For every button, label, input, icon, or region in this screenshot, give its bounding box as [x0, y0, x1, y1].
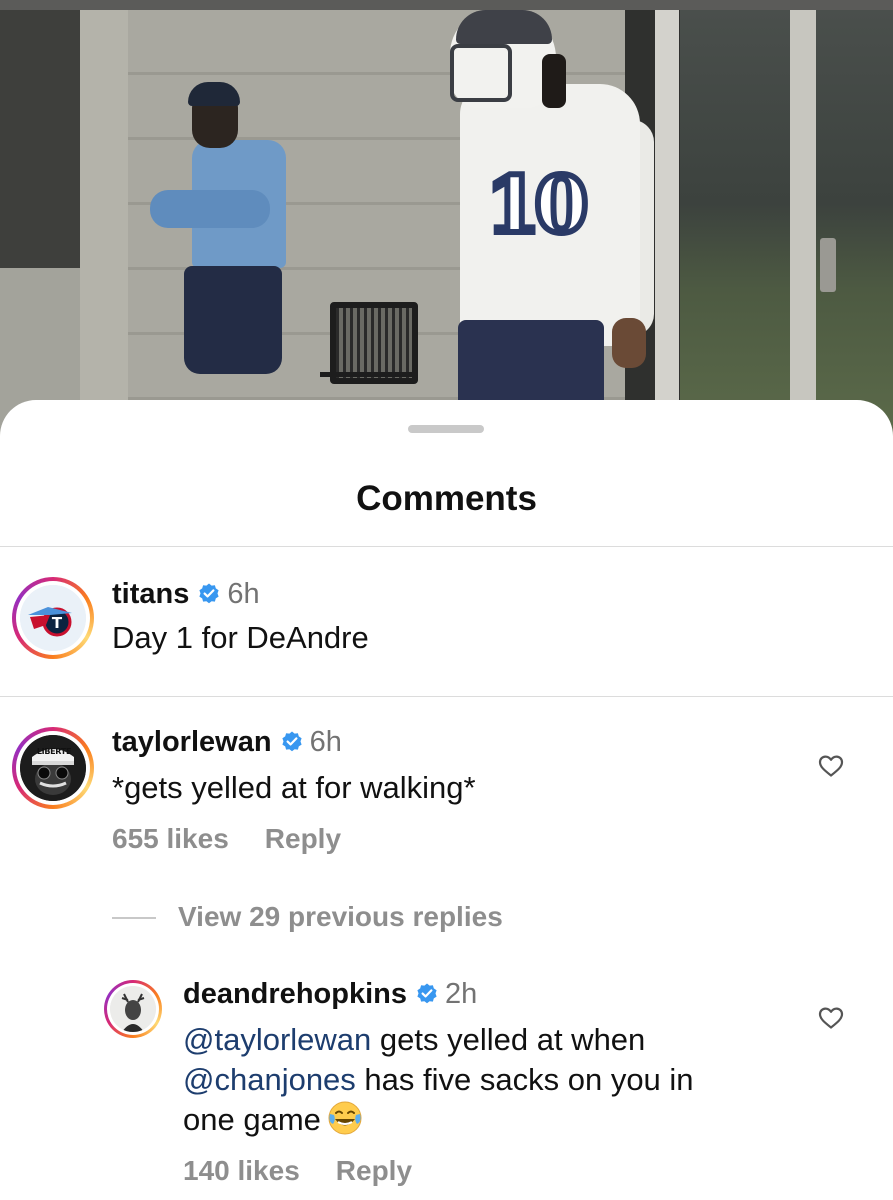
player-hand: [612, 318, 646, 368]
door-handle: [820, 238, 836, 292]
verified-badge-icon: [417, 983, 437, 1004]
heart-outline-icon[interactable]: [818, 1006, 844, 1030]
door-mullion: [655, 10, 679, 440]
player-cap: [188, 82, 240, 106]
comment-item: LIBERTE taylorlewan 6h *gets yelled at f…: [0, 718, 893, 868]
reply-button[interactable]: Reply: [265, 823, 341, 854]
comment-text: Day 1 for DeAndre: [112, 620, 369, 655]
username[interactable]: deandrehopkins: [183, 978, 407, 1010]
divider: [0, 546, 893, 547]
replies-line: [112, 917, 156, 919]
caption-comment: T titans 6h Day 1 for DeAndre: [0, 570, 893, 690]
player-arm: [150, 190, 270, 228]
instagram-comments-screen: 10 Comments T titans 6h Day 1 for DeAndr…: [0, 0, 893, 1200]
comment-text: *gets yelled at for walking*: [112, 770, 476, 805]
sheet-title: Comments: [356, 479, 537, 518]
cap-logo-text: LIBERTE: [36, 747, 72, 756]
comment-fragment: has five sacks on you in: [355, 1062, 694, 1097]
verified-badge-icon: [281, 731, 302, 752]
status-strip: [0, 0, 893, 10]
comment-header: titans 6h: [112, 576, 260, 612]
player-shorts: [184, 266, 282, 374]
likes-count[interactable]: 655 likes: [112, 823, 229, 854]
view-replies-label: View 29 previous replies: [178, 901, 503, 932]
avatar-portrait: [110, 986, 156, 1032]
mention-link[interactable]: @chanjones: [183, 1062, 356, 1097]
comment-actions: 655 likes Reply: [112, 822, 377, 856]
reply-item: deandrehopkins 2h @taylorlewan gets yell…: [0, 970, 893, 1200]
comment-actions: 140 likes Reply: [183, 1154, 448, 1188]
video-frame[interactable]: 10: [0, 0, 893, 440]
divider: [0, 696, 893, 697]
reply-button[interactable]: Reply: [336, 1155, 412, 1186]
tears-of-joy-emoji-icon: [328, 1101, 362, 1135]
pillar: [80, 10, 128, 440]
avatar-gap: LIBERTE: [16, 731, 90, 805]
comment-fragment: one game: [183, 1102, 321, 1137]
timestamp: 6h: [227, 578, 260, 610]
verified-badge-icon: [199, 583, 219, 604]
taylorlewan-avatar: LIBERTE: [20, 735, 86, 801]
titans-avatar: T: [20, 585, 86, 651]
helmet-facemask: [450, 44, 512, 102]
titans-logo-icon: T: [20, 585, 86, 651]
comment-line: one game: [183, 1100, 823, 1140]
comment-line: @chanjones has five sacks on you in: [183, 1060, 823, 1100]
timestamp: 6h: [309, 726, 342, 758]
comment-header: taylorlewan 6h: [112, 724, 342, 760]
story-ring[interactable]: T: [12, 577, 94, 659]
glass-door: [680, 10, 893, 440]
comment-fragment: gets yelled at when: [371, 1022, 646, 1057]
likes-count[interactable]: 140 likes: [183, 1155, 300, 1186]
player-hair: [542, 54, 566, 108]
door-mullion: [790, 10, 816, 440]
comments-sheet: Comments T titans 6h Day 1 for DeAndre L…: [0, 400, 893, 1200]
avatar-gap: [107, 983, 159, 1035]
comment-line: @taylorlewan gets yelled at when: [183, 1020, 823, 1060]
avatar-portrait: [20, 735, 86, 801]
svg-text:T: T: [52, 614, 63, 632]
helmet-shell: [456, 10, 552, 44]
avatar-gap: T: [16, 581, 90, 655]
story-ring[interactable]: LIBERTE: [12, 727, 94, 809]
sheet-drag-handle[interactable]: [408, 425, 484, 433]
jersey-number-graphic: 10: [483, 160, 592, 251]
username[interactable]: taylorlewan: [112, 726, 272, 758]
story-ring[interactable]: [104, 980, 162, 1038]
comment-text: @taylorlewan gets yelled at when @chanjo…: [183, 1020, 823, 1140]
dark-window: [0, 10, 80, 270]
mention-link[interactable]: @taylorlewan: [183, 1022, 371, 1057]
deandrehopkins-avatar: [110, 986, 156, 1032]
username[interactable]: titans: [112, 578, 189, 610]
heart-outline-icon[interactable]: [818, 754, 844, 778]
timestamp: 2h: [445, 978, 478, 1010]
comment-header: deandrehopkins 2h: [183, 976, 477, 1012]
